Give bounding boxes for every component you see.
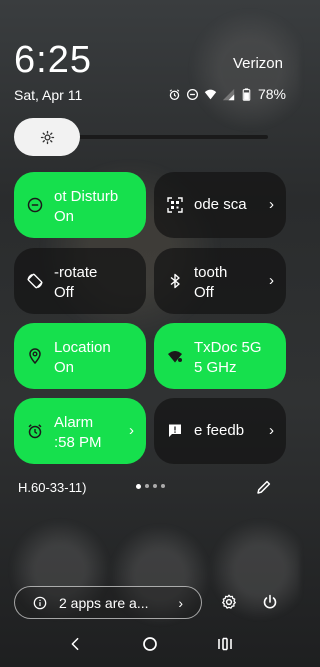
clock-date: Sat, Apr 11 bbox=[14, 87, 83, 103]
brightness-handle[interactable] bbox=[14, 118, 80, 156]
page-indicator bbox=[136, 483, 165, 489]
chevron-right-icon[interactable]: › bbox=[129, 422, 134, 439]
page-dot bbox=[161, 484, 165, 488]
alarm-status-icon bbox=[169, 88, 180, 100]
tile-label: Alarm bbox=[54, 414, 94, 431]
dnd-status-icon bbox=[186, 88, 198, 100]
battery-status-icon bbox=[242, 87, 251, 101]
tile-auto-rotate[interactable]: -rotate Off bbox=[14, 248, 146, 314]
apps-notice-pill[interactable]: 2 apps are a... › bbox=[14, 586, 202, 619]
brightness-icon bbox=[40, 130, 54, 144]
tile-qr-scanner[interactable]: ode sca › bbox=[154, 172, 286, 238]
signal-status-icon bbox=[222, 88, 235, 100]
clock-time: 6:25 bbox=[14, 39, 92, 81]
tile-state: Off bbox=[54, 284, 74, 301]
tile-state: :58 PM bbox=[54, 434, 102, 451]
tile-do-not-disturb[interactable]: ot Disturb On bbox=[14, 172, 146, 238]
power-icon[interactable] bbox=[262, 594, 278, 610]
status-icons: 78% bbox=[168, 86, 286, 102]
chevron-right-icon[interactable]: › bbox=[269, 272, 274, 289]
page-dot bbox=[145, 484, 149, 488]
wifi-status-icon bbox=[204, 89, 217, 99]
auto-rotate-icon bbox=[27, 273, 43, 289]
feedback-icon bbox=[169, 424, 181, 437]
tile-state: On bbox=[54, 208, 75, 225]
wifi-icon bbox=[168, 351, 182, 363]
carrier-name: Verizon bbox=[232, 55, 283, 72]
info-icon bbox=[33, 596, 47, 609]
tile-state: Off bbox=[194, 284, 214, 301]
do-not-disturb-icon bbox=[27, 197, 43, 213]
home-nav-icon[interactable] bbox=[142, 636, 158, 652]
location-icon bbox=[29, 348, 41, 364]
tile-label: Location bbox=[54, 339, 111, 356]
tile-label: ode sca bbox=[194, 196, 247, 213]
edit-pencil-icon[interactable] bbox=[256, 479, 272, 495]
recent-apps-nav-icon[interactable] bbox=[217, 636, 233, 652]
tile-state: On bbox=[54, 359, 75, 376]
tile-bluetooth[interactable]: tooth Off › bbox=[154, 248, 286, 314]
back-nav-icon[interactable] bbox=[68, 636, 82, 652]
page-dot bbox=[153, 484, 157, 488]
battery-percent: 78% bbox=[257, 86, 286, 102]
page-dot bbox=[136, 483, 141, 489]
tile-wifi[interactable]: TxDoc 5G 5 GHz bbox=[154, 323, 286, 389]
qr-scanner-icon bbox=[167, 197, 183, 213]
brightness-slider[interactable] bbox=[14, 118, 268, 156]
bluetooth-icon bbox=[170, 273, 180, 289]
chevron-right-icon[interactable]: › bbox=[269, 422, 274, 439]
tile-label: tooth bbox=[194, 264, 228, 281]
tile-label: TxDoc 5G bbox=[194, 339, 262, 356]
tile-feedback[interactable]: e feedb › bbox=[154, 398, 286, 464]
tile-label: -rotate bbox=[54, 264, 98, 281]
tile-label: e feedb bbox=[194, 422, 245, 439]
settings-gear-icon[interactable] bbox=[221, 594, 237, 610]
tile-state: 5 GHz bbox=[194, 359, 237, 376]
apps-notice-text: 2 apps are a... bbox=[59, 594, 149, 611]
brightness-track bbox=[74, 135, 268, 139]
tile-label: ot Disturb bbox=[54, 188, 119, 205]
build-number: H.60-33-11) bbox=[18, 480, 87, 495]
chevron-right-icon[interactable]: › bbox=[269, 196, 274, 213]
tile-alarm[interactable]: Alarm :58 PM › bbox=[14, 398, 146, 464]
chevron-right-icon: › bbox=[178, 595, 183, 611]
alarm-icon bbox=[28, 424, 42, 439]
tile-location[interactable]: Location On bbox=[14, 323, 146, 389]
